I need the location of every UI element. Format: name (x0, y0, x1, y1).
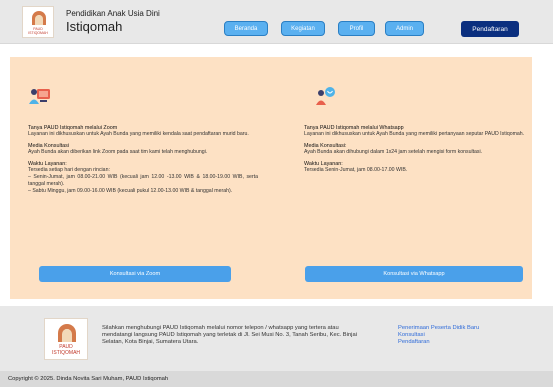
nav-beranda-button[interactable]: Beranda (224, 21, 268, 36)
zoom-time-line: Tersedia setiap hari dengan rincian: (28, 167, 110, 173)
site-footer: PAUD ISTIQOMAH Silahkan menghubungi PAUD… (0, 306, 553, 371)
zoom-time-line: – Sabtu Minggu, jam 09.00-16.00 WIB (kec… (28, 188, 233, 194)
zoom-media-text: Ayah Bunda akan diberikan link Zoom pada… (28, 149, 208, 155)
whatsapp-time-line: Tersedia Senin-Jumat, jam 08.00-17.00 WI… (304, 167, 408, 173)
phone-chat-icon (316, 87, 335, 105)
copyright-text: Copyright © 2025. Dinda Novita Sari Muha… (8, 376, 169, 382)
footer-link-konsultasi[interactable]: Konsultasi (398, 332, 479, 339)
zoom-intro: Layanan ini dikhususkan untuk Ayah Bunda… (28, 131, 249, 137)
footer-contact-text: Silahkan menghubungi PAUD Istiqomah mela… (102, 325, 357, 345)
copyright-bar: Copyright © 2025. Dinda Novita Sari Muha… (0, 371, 553, 387)
whatsapp-media-text: Ayah Bunda akan dihubungi dalam 1x24 jam… (304, 149, 483, 155)
site-header: PAUD ISTIQOMAH Pendidikan Anak Usia Dini… (0, 0, 553, 44)
whatsapp-consult-button[interactable]: Konsultasi via Whatsapp (305, 266, 523, 282)
footer-links: Penerimaan Peserta Didik Baru Konsultasi… (398, 325, 479, 346)
brand-title: Istiqomah (66, 19, 123, 34)
footer-link-ppdb[interactable]: Penerimaan Peserta Didik Baru (398, 325, 479, 332)
zoom-time-line: – Senin-Jumat, jam 08.00-21.00 WIB (kecu… (28, 174, 258, 187)
consultation-section: Tanya PAUD Istiqomah melalui Zoom Layana… (10, 57, 532, 299)
nav-kegiatan-button[interactable]: Kegiatan (281, 21, 325, 36)
register-button[interactable]: Pendaftaran (461, 21, 519, 37)
whatsapp-intro: Layanan ini dikhususkan untuk Ayah Bunda… (304, 131, 525, 137)
video-call-icon (29, 89, 50, 104)
brand-subtitle: Pendidikan Anak Usia Dini (66, 9, 160, 18)
zoom-consult-button[interactable]: Konsultasi via Zoom (39, 266, 231, 282)
footer-logo-text: ISTIQOMAH (51, 350, 81, 356)
logo-text: PAUD ISTIQOMAH (28, 27, 48, 35)
footer-link-pendaftaran[interactable]: Pendaftaran (398, 339, 479, 346)
footer-logo: PAUD ISTIQOMAH (44, 318, 88, 360)
nav-profil-button[interactable]: Profil (338, 21, 375, 36)
site-logo[interactable]: PAUD ISTIQOMAH (22, 6, 54, 38)
nav-admin-button[interactable]: Admin (385, 21, 424, 36)
